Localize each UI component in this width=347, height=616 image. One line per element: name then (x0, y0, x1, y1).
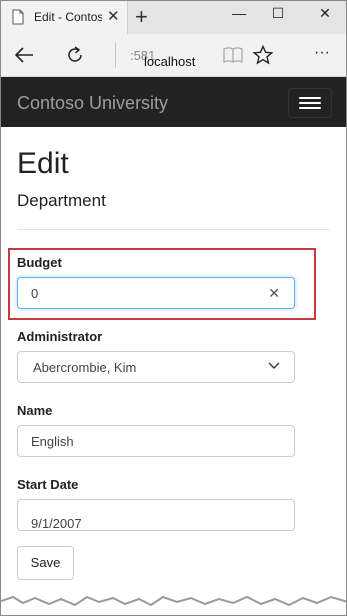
browser-tab[interactable]: Edit - Contoso ✕ (1, 1, 128, 34)
name-input[interactable]: English (17, 425, 295, 457)
minimize-icon[interactable]: — (224, 5, 254, 21)
start-date-value: 9/1/2007 (31, 516, 82, 531)
start-date-label: Start Date (17, 477, 79, 492)
browser-toolbar: localhost:581 ··· (1, 34, 346, 77)
back-arrow-icon[interactable] (14, 46, 34, 64)
chevron-down-icon (268, 362, 280, 369)
divider (17, 229, 330, 230)
torn-edge (1, 595, 346, 615)
hamburger-line (299, 102, 321, 104)
tab-title: Edit - Contoso (34, 10, 102, 24)
name-label: Name (17, 403, 53, 418)
favorite-star-icon[interactable] (253, 45, 273, 65)
hamburger-icon (299, 97, 321, 99)
page-subtitle: Department (17, 191, 106, 210)
window-close-icon[interactable]: ✕ (310, 5, 340, 22)
browser-window: Edit - Contoso ✕ + — ☐ ✕ localhost:581 ·… (0, 0, 347, 616)
site-brand[interactable]: Contoso University (17, 93, 168, 114)
budget-highlight-box (8, 248, 316, 320)
save-button[interactable]: Save (17, 546, 74, 580)
administrator-value: Abercrombie, Kim (33, 360, 137, 375)
start-date-input[interactable]: 9/1/2007 (17, 499, 295, 531)
maximize-icon[interactable]: ☐ (263, 5, 293, 22)
tab-close-icon[interactable]: ✕ (107, 7, 120, 25)
page-title: Edit (17, 147, 69, 180)
hamburger-line (299, 107, 321, 109)
address-host: localhost (144, 54, 196, 69)
menu-toggle-button[interactable] (288, 88, 332, 118)
refresh-icon[interactable] (65, 45, 85, 65)
administrator-select[interactable]: Abercrombie, Kim (17, 351, 295, 383)
name-value: English (31, 434, 74, 449)
title-bar: Edit - Contoso ✕ + — ☐ ✕ (1, 1, 346, 34)
address-bar[interactable]: localhost:581 (115, 42, 222, 69)
new-tab-icon[interactable]: + (135, 4, 148, 30)
reading-view-icon[interactable] (223, 46, 243, 64)
page-icon (12, 9, 24, 25)
more-menu-icon[interactable]: ··· (314, 44, 330, 62)
site-navbar: Contoso University (1, 77, 346, 127)
administrator-label: Administrator (17, 329, 103, 344)
